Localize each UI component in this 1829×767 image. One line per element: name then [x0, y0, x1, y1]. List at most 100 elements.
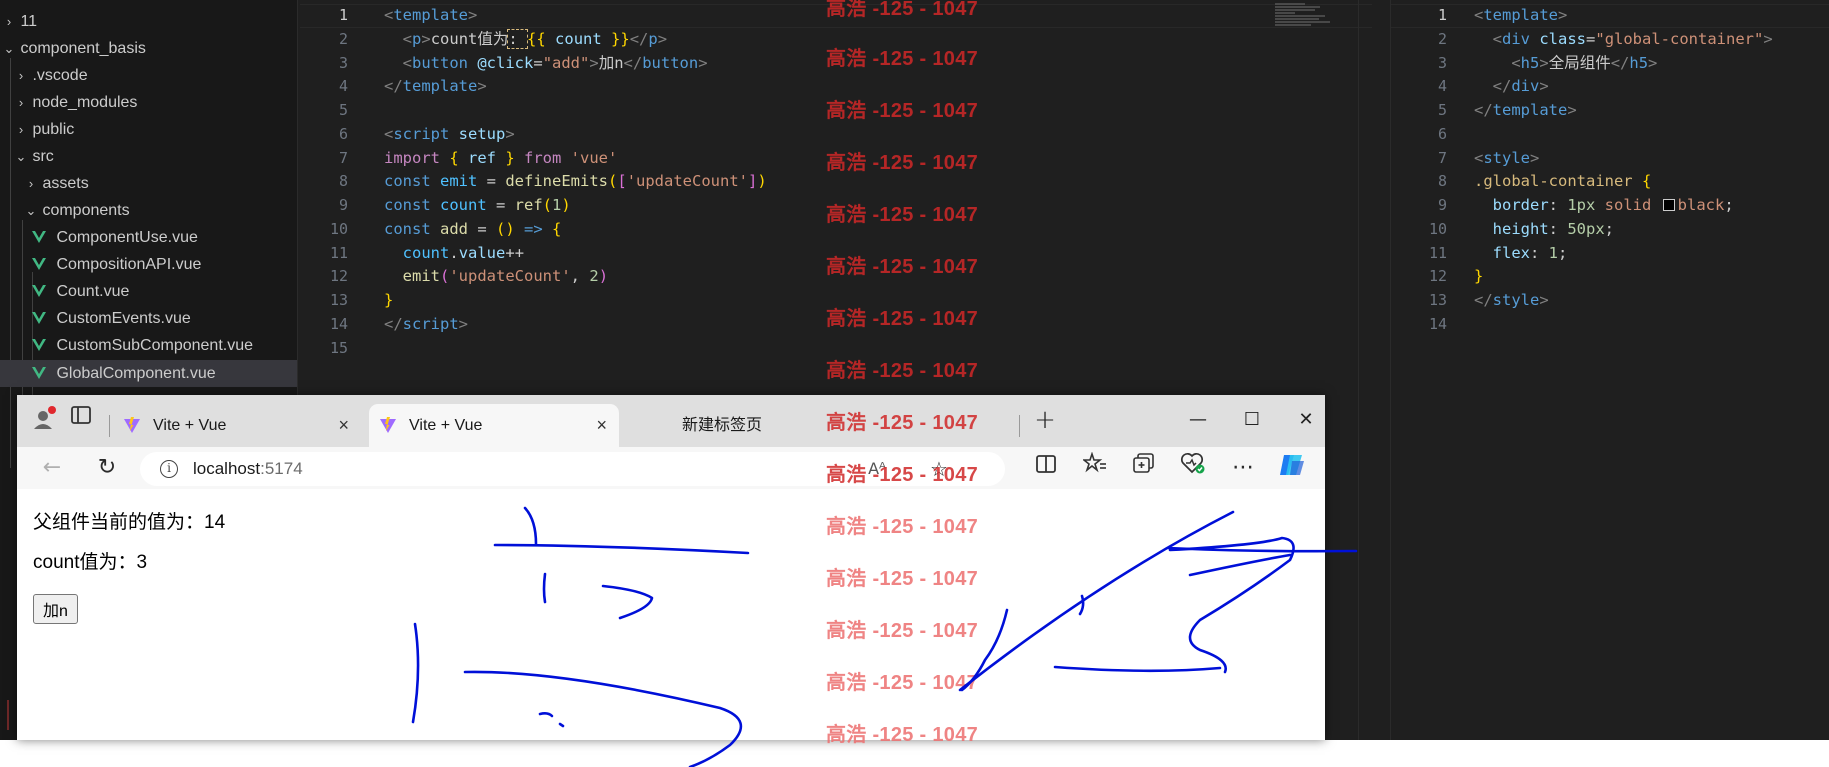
line-number: 1	[1437, 6, 1447, 24]
color-swatch-black[interactable]	[1662, 199, 1675, 211]
line-number: 5	[338, 101, 348, 119]
explorer-file-componentuse[interactable]: ComponentUse.vue	[0, 224, 297, 251]
vite-favicon	[124, 417, 140, 433]
add-n-button[interactable]: 加n	[33, 594, 78, 624]
explorer-file-customevents[interactable]: CustomEvents.vue	[0, 305, 297, 332]
chevron-down-icon: ⌄	[25, 203, 37, 218]
explorer-folder-vscode[interactable]: › .vscode	[0, 62, 297, 89]
code-content[interactable]: <template> <div class="global-container"…	[1474, 4, 1773, 337]
line-number: 13	[1428, 291, 1447, 309]
code-line: </template>	[384, 77, 487, 96]
explorer-file-customsubcomponent[interactable]: CustomSubComponent.vue	[0, 332, 297, 359]
code-line: <script setup>	[384, 124, 515, 143]
tab-vite-vue-1[interactable]: Vite + Vue ×	[113, 404, 361, 447]
chevron-right-icon: ›	[18, 68, 24, 83]
tab-separator	[1019, 415, 1020, 437]
vue-file-icon	[32, 367, 46, 379]
folder-label: public	[32, 121, 75, 138]
file-label: ComponentUse.vue	[56, 229, 198, 246]
line-number: 7	[338, 148, 348, 167]
copilot-icon[interactable]	[1275, 451, 1309, 485]
watermark-text: 高浩 -125 - 1047	[826, 464, 979, 486]
explorer-file-globalcomponent[interactable]: GlobalComponent.vue	[0, 360, 297, 387]
explorer-folder-component-basis[interactable]: ⌄ component_basis	[0, 35, 297, 62]
code-line: <button @click="add">加n</button>	[402, 53, 708, 72]
explorer-file-count[interactable]: Count.vue	[0, 278, 297, 305]
folder-label: components	[42, 202, 130, 219]
code-line: </template>	[1474, 101, 1577, 119]
chevron-down-icon: ⌄	[3, 41, 15, 56]
code-content[interactable]: <template> <p>count值为: {{ count }}</p> <…	[384, 4, 767, 360]
code-line: }	[384, 291, 394, 309]
code-line: <template>	[384, 6, 478, 24]
tab-title: Vite + Vue	[153, 417, 227, 434]
line-number: 12	[1428, 267, 1447, 286]
favorites-icon[interactable]	[1078, 451, 1112, 485]
watermark-text: 高浩 -125 - 1047	[826, 620, 979, 642]
explorer-folder-components[interactable]: ⌄ components	[0, 197, 297, 224]
minimize-button[interactable]: —	[1171, 405, 1225, 435]
chevron-right-icon: ›	[6, 14, 12, 29]
explorer-folder-node-modules[interactable]: › node_modules	[0, 89, 297, 116]
url-host: localhost	[193, 459, 261, 478]
folder-label: component_basis	[20, 40, 146, 57]
code-line: count.value++	[402, 243, 525, 262]
chevron-right-icon: ›	[28, 176, 34, 191]
close-window-button[interactable]: ✕	[1279, 405, 1325, 435]
vue-file-icon	[32, 312, 46, 324]
tab-actions-icon[interactable]	[64, 404, 98, 438]
line-number: 10	[1428, 219, 1447, 238]
file-label: CompositionAPI.vue	[56, 256, 202, 273]
info-icon[interactable]: i	[160, 460, 178, 478]
line-number: 4	[1437, 77, 1447, 96]
line-number: 13	[329, 291, 348, 309]
explorer-folder-11[interactable]: › 11	[0, 8, 297, 35]
tab-vite-vue-2[interactable]: Vite + Vue ×	[369, 404, 619, 447]
profile-icon[interactable]	[27, 404, 61, 438]
watermark-text: 高浩 -125 - 1047	[826, 204, 979, 226]
chevron-right-icon: ›	[18, 122, 24, 137]
line-number: 9	[338, 196, 348, 214]
tab-separator	[109, 415, 110, 437]
close-tab-icon[interactable]: ×	[338, 404, 349, 447]
line-number: 8	[1437, 172, 1447, 191]
explorer-folder-public[interactable]: › public	[0, 116, 297, 143]
line-number: 12	[329, 267, 348, 286]
editor-scrollbar[interactable]	[1358, 0, 1372, 740]
maximize-button[interactable]: ☐	[1225, 405, 1279, 435]
url-text[interactable]: localhost:5174	[193, 452, 303, 486]
line-number: 11	[329, 243, 348, 262]
line-number: 3	[1437, 53, 1447, 72]
tab-title: 新建标签页	[682, 417, 763, 434]
back-icon[interactable]: ←	[35, 451, 69, 485]
refresh-icon[interactable]: ↻	[90, 451, 124, 485]
line-number: 7	[1437, 148, 1447, 167]
watermark-text: 高浩 -125 - 1047	[826, 308, 979, 330]
code-line: }	[1474, 267, 1484, 286]
watermark-text: 高浩 -125 - 1047	[826, 100, 979, 122]
tab-title: Vite + Vue	[409, 417, 483, 434]
explorer-folder-assets[interactable]: › assets	[0, 170, 297, 197]
code-line: </style>	[1474, 291, 1549, 309]
browser-toolbar: ← ↻ i localhost:5174 Aᴬ ☆ ⋯	[17, 447, 1325, 489]
line-number-gutter: 1 2 3 4 5 6 7 8 9 10 11 12 13 14	[1399, 4, 1451, 337]
more-icon[interactable]: ⋯	[1226, 451, 1260, 485]
minimap[interactable]	[1275, 2, 1335, 34]
explorer-file-compositionapi[interactable]: CompositionAPI.vue	[0, 251, 297, 278]
new-tab-button[interactable]: +	[1025, 405, 1065, 435]
folder-label: node_modules	[32, 94, 138, 111]
explorer-folder-src[interactable]: ⌄ src	[0, 143, 297, 170]
browser-essentials-icon[interactable]	[1176, 451, 1210, 485]
close-tab-icon[interactable]: ×	[596, 404, 607, 447]
code-editor-right[interactable]: 1 2 3 4 5 6 7 8 9 10 11 12 13 14 <templa…	[1390, 0, 1829, 740]
code-line: </div>	[1492, 77, 1549, 96]
collections-icon[interactable]	[1127, 451, 1161, 485]
chevron-right-icon: ›	[18, 95, 24, 110]
split-screen-icon[interactable]	[1029, 451, 1063, 485]
watermark-text: 高浩 -125 - 1047	[826, 412, 979, 434]
file-label: GlobalComponent.vue	[56, 365, 216, 382]
watermark-text: 高浩 -125 - 1047	[826, 516, 979, 538]
line-number: 4	[338, 77, 348, 96]
watermark-text: 高浩 -125 - 1047	[826, 48, 979, 70]
